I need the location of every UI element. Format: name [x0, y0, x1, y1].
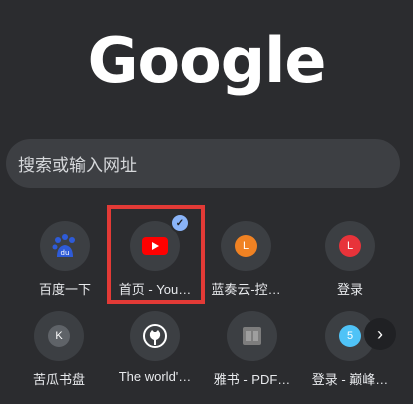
letter-l-icon: L — [339, 235, 361, 257]
baidu-paw-icon: du — [40, 221, 90, 271]
book-icon — [227, 311, 277, 361]
shortcut-label: 百度一下 — [38, 282, 91, 297]
shortcut-lanzou[interactable]: L 蓝奏云-控… — [197, 221, 295, 301]
shortcut-label: The world'… — [118, 369, 192, 384]
letter-l-icon: L — [235, 235, 257, 257]
shortcut-label: 登录 — [336, 282, 363, 297]
highlight-box — [107, 205, 205, 304]
search-placeholder: 搜索或输入网址 — [18, 156, 137, 175]
shortcut-label: 苦瓜书盘 — [32, 372, 85, 387]
shortcut-label: 登录 - 巅峰… — [311, 372, 389, 387]
google-logo: Google — [87, 24, 327, 97]
number-5-icon: 5 — [339, 325, 361, 347]
github-icon — [130, 311, 180, 361]
shortcut-kugua[interactable]: K 苦瓜书盘 — [10, 311, 108, 391]
shortcut-github[interactable]: The world'… — [106, 311, 204, 391]
chevron-right-icon[interactable]: › — [364, 318, 396, 350]
letter-k-icon: K — [48, 325, 70, 347]
search-box[interactable]: 搜索或输入网址 — [6, 139, 400, 188]
shortcut-baidu[interactable]: du 百度一下 — [16, 221, 114, 301]
svg-text:du: du — [61, 249, 70, 257]
shortcut-label: 蓝奏云-控… — [211, 282, 281, 297]
shortcut-login[interactable]: L 登录 — [301, 221, 399, 301]
shortcut-yashu[interactable]: 雅书 - PDF… — [203, 311, 301, 391]
shortcut-label: 雅书 - PDF… — [213, 372, 291, 387]
